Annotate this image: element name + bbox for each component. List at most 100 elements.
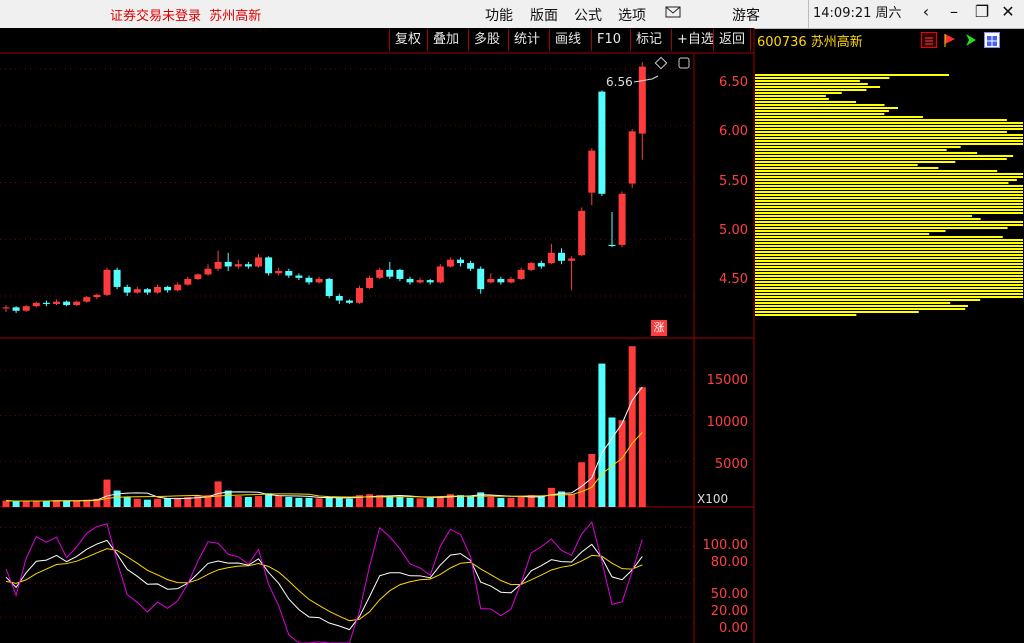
candle-body [53, 301, 60, 304]
chip-distribution [755, 74, 1023, 316]
candle-body [285, 271, 293, 276]
volume-bar [638, 387, 646, 507]
volume-bar [123, 496, 131, 507]
candle-body [436, 266, 444, 283]
volume-bar [426, 497, 434, 507]
candle-body [416, 280, 424, 283]
candle-body [396, 269, 404, 279]
candle-body [12, 307, 20, 311]
candle-body [507, 278, 515, 283]
volume-bar [244, 496, 252, 507]
candle-body [638, 66, 646, 134]
candle-body [345, 300, 353, 303]
volume-bar [113, 490, 121, 507]
volume-bar [517, 496, 525, 507]
volume-bar [174, 497, 182, 507]
volume-bar [386, 496, 394, 507]
volume-bar [618, 420, 626, 507]
candle-body [164, 286, 172, 291]
candle-body [568, 258, 576, 261]
candle-body [467, 263, 475, 269]
candle-body [517, 269, 525, 279]
candle-body [194, 274, 202, 279]
candle-body [386, 269, 394, 277]
candle-body [608, 244, 616, 247]
volume-series [2, 346, 646, 507]
volume-bar [305, 497, 313, 507]
volume-bar [537, 496, 545, 507]
candle-body [255, 257, 262, 267]
volume-bar [143, 499, 151, 507]
volume-bar [73, 501, 81, 507]
high-price-label: 6.56 [606, 75, 633, 89]
candle-body [133, 289, 141, 293]
candle-body [558, 252, 565, 261]
volume-ma-line [5, 432, 643, 502]
candle-body [366, 277, 374, 289]
volume-bar [396, 496, 404, 507]
volume-bar [133, 498, 141, 507]
volume-bar [12, 501, 20, 507]
volume-bar [608, 417, 616, 507]
candle-body [335, 295, 343, 301]
volume-bar [628, 346, 636, 507]
candle-body [426, 280, 434, 283]
high-pointer [633, 75, 659, 83]
candle-body [174, 284, 182, 291]
candle-body [406, 278, 414, 283]
candle-body [63, 301, 71, 306]
volume-bar [2, 500, 10, 507]
candle-body [2, 307, 10, 309]
kline-chart[interactable] [0, 0, 1024, 643]
volume-bar [406, 497, 414, 507]
candle-body [356, 288, 363, 303]
candle-body [578, 210, 586, 256]
volume-bar [154, 498, 161, 507]
volume-bar [598, 363, 606, 507]
candle-body [154, 286, 161, 293]
candle-body [93, 294, 101, 298]
candle-body [214, 261, 222, 269]
volume-bar [234, 496, 242, 507]
candle-body [143, 289, 151, 293]
candle-body [42, 302, 50, 304]
candle-body [487, 278, 495, 283]
volume-bar [497, 497, 505, 507]
volume-bar [507, 497, 515, 507]
candle-body [537, 263, 545, 267]
candle-body [457, 259, 464, 264]
candle-body [204, 268, 212, 275]
volume-bar [63, 500, 71, 507]
candle-body [265, 257, 273, 274]
candle-body [73, 301, 81, 306]
volume-bar [22, 501, 30, 507]
candle-body [527, 263, 535, 270]
candle-body [547, 252, 555, 264]
volume-bar [467, 496, 475, 507]
volume-bar [547, 487, 555, 507]
volume-bar [32, 500, 40, 507]
candle-body [103, 269, 111, 295]
volume-bar [325, 496, 333, 507]
candle-body [477, 268, 485, 290]
volume-bar [103, 479, 111, 507]
candle-body [325, 278, 333, 296]
volume-bar [345, 498, 353, 507]
volume-unit: X100 [697, 492, 729, 506]
volume-bar [285, 496, 293, 507]
window-toggle-icon[interactable] [678, 57, 690, 69]
kdj-k-line [5, 539, 643, 631]
candle-body [123, 286, 131, 293]
candle-body [618, 193, 626, 245]
candle-body [184, 278, 192, 285]
candle-series [2, 62, 646, 314]
kdj-j-line [5, 521, 643, 643]
volume-bar [265, 493, 273, 507]
volume-bar [295, 497, 303, 507]
candle-body [628, 131, 636, 184]
candle-body [315, 278, 323, 283]
volume-bar [224, 490, 232, 507]
volume-ma-line [5, 386, 643, 502]
diamond-icon[interactable] [654, 56, 668, 70]
candle-body [275, 271, 283, 274]
